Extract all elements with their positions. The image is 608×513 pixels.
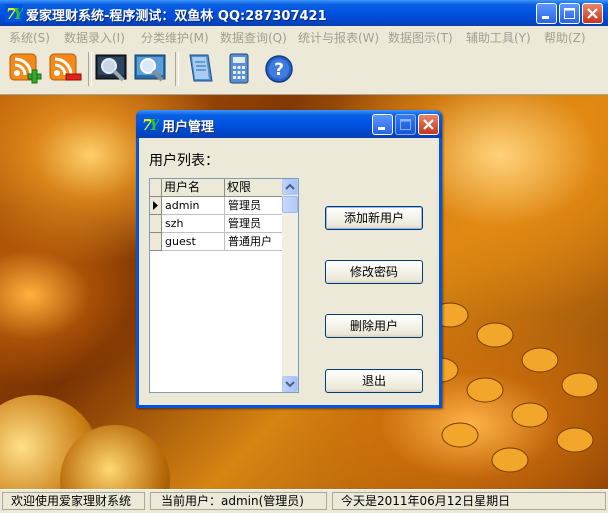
change-password-button[interactable]: 修改密码 — [325, 260, 423, 284]
vertical-scrollbar[interactable] — [282, 179, 298, 392]
app-logo-icon: 7 Y — [142, 116, 159, 133]
current-row-arrow-icon — [153, 201, 158, 210]
menu-tools[interactable]: 辅助工具(Y) — [466, 29, 531, 46]
window-title: 爱家理财系统-程序测试：双鱼林 QQ:287307421 — [26, 9, 327, 24]
close-icon — [587, 8, 598, 19]
main-titlebar[interactable]: 7 Y 爱家理财系统-程序测试：双鱼林 QQ:287307421 — [0, 0, 608, 26]
table-row[interactable]: szh 管理员 — [150, 215, 283, 233]
delete-user-button[interactable]: 删除用户 — [325, 314, 423, 338]
table-row[interactable]: admin 管理员 — [150, 197, 283, 215]
notebook-icon[interactable] — [183, 52, 217, 86]
cell-role[interactable]: 管理员 — [225, 197, 283, 215]
dialog-body: 用户列表： 用户名 权限 admin 管理员 szh 管理员 guest 普通用… — [139, 138, 439, 405]
calculator-icon[interactable] — [222, 52, 256, 86]
minimize-button[interactable] — [536, 3, 557, 24]
dialog-maximize-button[interactable] — [395, 114, 416, 135]
close-icon — [423, 119, 434, 130]
menu-category[interactable]: 分类维护(M) — [141, 29, 209, 46]
menu-data-entry[interactable]: 数据录入(I) — [64, 29, 125, 46]
menu-query[interactable]: 数据查询(Q) — [220, 29, 287, 46]
scroll-down-button[interactable] — [282, 376, 298, 392]
scroll-thumb[interactable] — [282, 196, 298, 213]
dialog-title: 用户管理 — [162, 120, 215, 135]
svg-text:?: ? — [274, 60, 284, 80]
column-header-role[interactable]: 权限 — [225, 179, 283, 197]
column-header-username[interactable]: 用户名 — [162, 179, 225, 197]
maximize-button[interactable] — [559, 3, 580, 24]
menu-charts[interactable]: 数据图示(T) — [388, 29, 453, 46]
grid-corner — [150, 179, 162, 197]
menu-bar: 系统(S) 数据录入(I) 分类维护(M) 数据查询(Q) 统计与报表(W) 数… — [0, 26, 608, 46]
status-bar: 欢迎使用爱家理财系统 当前用户：admin(管理员) 今天是2011年06月12… — [0, 489, 608, 513]
cell-username[interactable]: admin — [162, 197, 225, 215]
help-icon[interactable]: ? — [262, 52, 296, 86]
user-grid[interactable]: 用户名 权限 admin 管理员 szh 管理员 guest 普通用户 — [149, 178, 299, 393]
find-icon[interactable] — [134, 52, 168, 86]
table-row[interactable]: guest 普通用户 — [150, 233, 283, 251]
grid-header: 用户名 权限 — [150, 179, 283, 197]
toolbar-separator — [175, 52, 179, 86]
app-logo-icon: 7 Y — [5, 4, 23, 22]
chevron-down-icon — [285, 381, 295, 388]
cell-username[interactable]: guest — [162, 233, 225, 251]
svg-text:Y: Y — [149, 116, 159, 133]
minimize-icon — [378, 127, 385, 130]
cell-role[interactable]: 管理员 — [225, 215, 283, 233]
svg-text:Y: Y — [13, 5, 23, 22]
row-indicator — [150, 233, 162, 251]
add-user-button[interactable]: 添加新用户 — [325, 206, 423, 230]
minimize-icon — [542, 16, 549, 19]
status-current-user: 当前用户：admin(管理员) — [150, 492, 327, 510]
user-management-dialog: 7 Y 用户管理 用户列表： 用户名 权限 admin 管理员 szh 管理员 … — [136, 110, 442, 408]
cell-role[interactable]: 普通用户 — [225, 233, 283, 251]
search-icon[interactable] — [95, 52, 129, 86]
close-button[interactable] — [582, 3, 603, 24]
status-welcome: 欢迎使用爱家理财系统 — [2, 492, 145, 510]
toolbar-separator — [88, 52, 92, 86]
toolbar: ? — [0, 46, 608, 95]
row-indicator — [150, 215, 162, 233]
exit-button[interactable]: 退出 — [325, 369, 423, 393]
dialog-minimize-button[interactable] — [372, 114, 393, 135]
dialog-close-button[interactable] — [418, 114, 439, 135]
user-list-label: 用户列表： — [149, 153, 219, 169]
row-indicator — [150, 197, 162, 215]
chevron-up-icon — [285, 183, 295, 190]
rss-add-icon[interactable] — [8, 52, 42, 86]
dialog-titlebar[interactable]: 7 Y 用户管理 — [136, 110, 442, 138]
rss-remove-icon[interactable] — [48, 52, 82, 86]
scroll-up-button[interactable] — [282, 179, 298, 195]
cell-username[interactable]: szh — [162, 215, 225, 233]
menu-help[interactable]: 帮助(Z) — [544, 29, 586, 46]
maximize-icon — [400, 119, 411, 130]
menu-statistics[interactable]: 统计与报表(W) — [298, 29, 379, 46]
menu-system[interactable]: 系统(S) — [9, 29, 50, 46]
maximize-icon — [564, 8, 575, 19]
abacus-image — [421, 302, 599, 473]
status-date: 今天是2011年06月12日星期日 — [332, 492, 606, 510]
